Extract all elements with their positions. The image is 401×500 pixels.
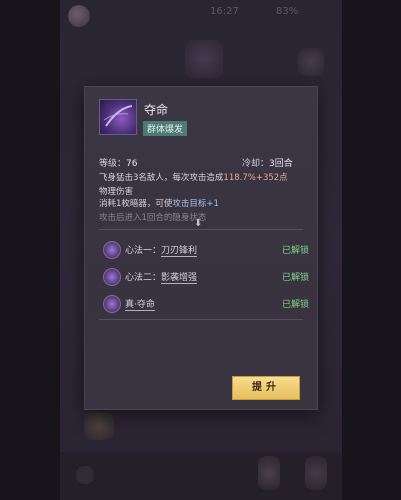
method-row-3[interactable]: 真·夺命 已解锁 (103, 293, 309, 313)
chevron-double-down-icon[interactable]: ⬇ (194, 218, 202, 229)
method-prefix: 心法一： (125, 246, 162, 256)
background-character (298, 48, 324, 76)
skill-icon (99, 99, 137, 135)
bottom-bar (60, 452, 342, 500)
status-time: 16:27 (210, 6, 239, 17)
skill-detail-panel: 夺命 群体爆发 等级：76 冷却：3回合 飞身猛击3名敌人，每次攻击造成118.… (84, 86, 318, 410)
skill-cooldown: 冷却：3回合 (242, 159, 293, 169)
method-name[interactable]: 刀刃锋利 (161, 246, 198, 257)
back-arrow-icon[interactable] (76, 466, 94, 484)
right-margin (342, 0, 401, 500)
skill-description-line1: 飞身猛击3名敌人，每次攻击造成118.7%+352点 物理伤害 (99, 173, 288, 197)
method-icon (103, 295, 121, 313)
divider (99, 229, 303, 230)
method-status: 已解锁 (281, 246, 309, 256)
skill-level: 等级：76 (99, 159, 138, 169)
player-avatar[interactable] (68, 5, 90, 27)
method-icon (103, 241, 121, 259)
skill-description-line3: 攻击后进入1回合的隐身状态 (99, 213, 207, 221)
upgrade-button[interactable]: 提升 (232, 376, 300, 400)
method-icon (103, 268, 121, 286)
method-prefix: 心法二： (125, 273, 162, 283)
bottom-character[interactable] (258, 456, 280, 490)
skill-tag: 群体爆发 (143, 121, 188, 136)
background-character (185, 40, 223, 78)
divider (99, 319, 303, 320)
background-item (84, 412, 114, 440)
method-name[interactable]: 真·夺命 (125, 300, 155, 311)
top-status-bar (60, 0, 342, 28)
skill-name: 夺命 (144, 103, 169, 117)
skill-description-line2: 消耗1枚暗器，可使攻击目标+1 (99, 199, 219, 209)
bottom-character[interactable] (305, 456, 327, 490)
method-name[interactable]: 影袭增强 (161, 273, 198, 284)
method-status: 已解锁 (281, 273, 309, 283)
method-row-2[interactable]: 心法二：影袭增强 已解锁 (103, 266, 309, 286)
left-margin (0, 0, 60, 500)
status-battery: 83% (276, 6, 299, 17)
method-row-1[interactable]: 心法一：刀刃锋利 已解锁 (103, 239, 309, 259)
method-status: 已解锁 (281, 300, 309, 310)
slash-icon (103, 105, 133, 127)
